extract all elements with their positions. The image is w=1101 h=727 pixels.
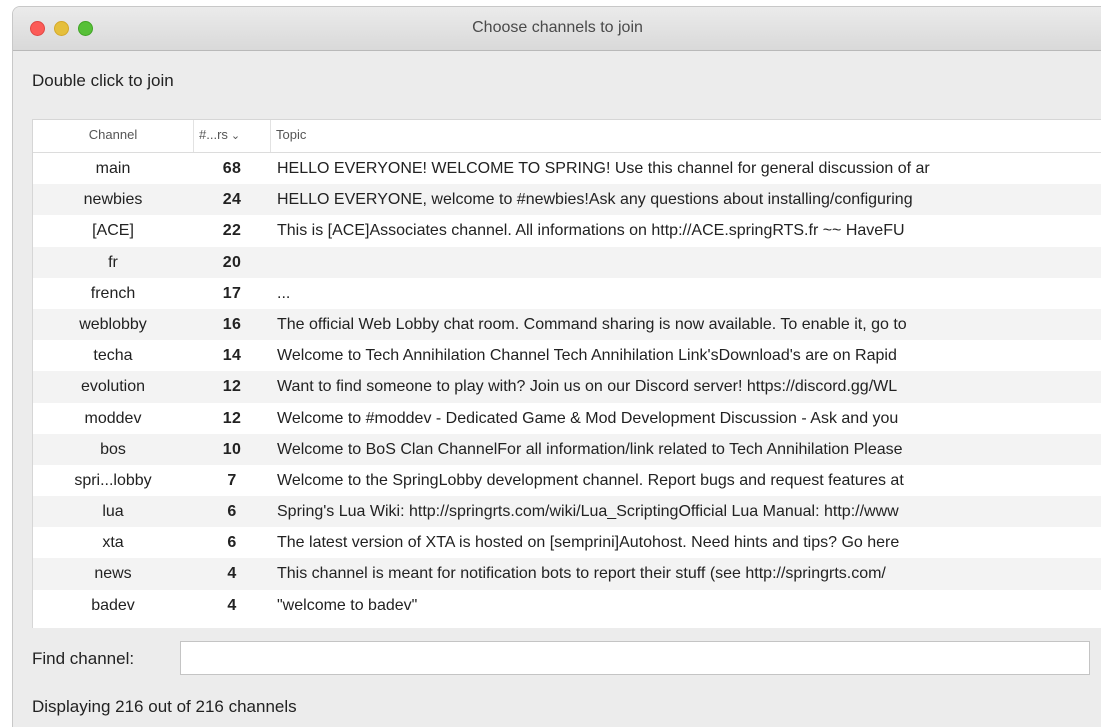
- topic-cell: Spring's Lua Wiki: http://springrts.com/…: [277, 503, 899, 521]
- users-cell: 12: [222, 378, 242, 396]
- channel-cell: news: [94, 565, 132, 583]
- topic-cell: Welcome to the SpringLobby development c…: [277, 471, 904, 489]
- channel-table[interactable]: Channel #...rs ⌄ Topic main 68 HELLO EVERYO…: [32, 119, 1101, 628]
- users-cell: 12: [222, 409, 242, 427]
- double-click-hint: Double click to join: [32, 71, 174, 90]
- topic-cell: Welcome to BoS Clan ChannelFor all infor…: [277, 440, 903, 458]
- channel-cell: main: [95, 160, 131, 177]
- channel-cell: weblobby: [79, 315, 147, 333]
- sort-descending-icon: ⌄: [230, 130, 241, 142]
- channel-cell: moddev: [84, 409, 142, 427]
- join-channels-window: Choose channels to join Double click to …: [12, 6, 1101, 727]
- table-row[interactable]: moddev 12 Welcome to #moddev - Dedicated G…: [33, 403, 1101, 434]
- topic-cell: "welcome to badev": [277, 596, 418, 614]
- topic-cell: Welcome to #moddev - Dedicated Game & Mo…: [277, 409, 899, 427]
- find-channel-label: Find channel:: [32, 649, 135, 668]
- table-row[interactable]: techa 14 Welcome to Tech Annihilation Chan…: [33, 340, 1101, 371]
- find-channel-input[interactable]: [180, 641, 1090, 675]
- users-cell: 22: [222, 222, 242, 240]
- users-cell: 16: [222, 315, 242, 333]
- table-row[interactable]: bos 10 Welcome to BoS Clan ChannelFor all …: [33, 433, 1101, 465]
- users-cell: 6: [227, 534, 237, 552]
- topic-cell: HELLO EVERYONE, welcome to #newbies!Ask …: [277, 191, 913, 209]
- channel-cell: spri...lobby: [74, 471, 152, 489]
- topic-cell: The latest version of XTA is hosted on […: [277, 534, 900, 552]
- users-cell: 7: [227, 471, 237, 489]
- topic-cell: Welcome to Tech Annihilation Channel Tec…: [277, 347, 897, 365]
- table-row[interactable]: evolution 12 Want to find someone to play …: [33, 371, 1101, 403]
- table-row[interactable]: [ACE] 22 This is [ACE]Associates channel. …: [33, 215, 1101, 246]
- channel-cell: evolution: [80, 378, 146, 396]
- table-row[interactable]: weblobby 16 The official Web Lobby chat ro…: [33, 308, 1101, 341]
- users-cell: 17: [222, 284, 242, 302]
- status-text: Displaying 216 out of 216 channels: [32, 697, 297, 716]
- table-row[interactable]: lua 6 Spring's Lua Wiki: http://springrts.…: [33, 496, 1101, 528]
- column-header-topic[interactable]: Topic: [276, 120, 306, 150]
- table-body: main 68 HELLO EVERYONE! WELCOME TO SPRING!…: [33, 153, 1101, 621]
- users-cell: 24: [222, 191, 242, 209]
- users-cell: 4: [227, 565, 237, 583]
- topic-cell: Want to find someone to play with? Join …: [277, 378, 898, 396]
- channel-cell: [ACE]: [92, 222, 134, 240]
- users-cell: 14: [222, 347, 242, 365]
- channel-cell: techa: [93, 347, 133, 365]
- column-header-channel[interactable]: Channel: [33, 120, 194, 152]
- topic-cell: The official Web Lobby chat room. Comman…: [277, 315, 907, 333]
- topic-cell: ...: [277, 284, 291, 302]
- table-header: Channel #...rs ⌄ Topic: [33, 120, 1101, 153]
- table-row[interactable]: french 17...: [33, 278, 1101, 309]
- table-row[interactable]: news 4 This channel is meant for notificat…: [33, 558, 1101, 590]
- users-cell: 6: [227, 503, 237, 521]
- users-cell: 10: [222, 440, 242, 458]
- topic-cell: This channel is meant for notification b…: [277, 565, 886, 583]
- table-row[interactable]: fr 20: [33, 246, 1101, 278]
- topic-cell: This is [ACE]Associates channel. All inf…: [277, 222, 905, 240]
- channel-cell: bos: [100, 440, 126, 458]
- table-row[interactable]: newbies 24 HELLO EVERYONE, welcome to #new…: [33, 184, 1101, 216]
- channel-cell: french: [90, 284, 136, 302]
- users-cell: 20: [222, 253, 242, 271]
- channel-cell: fr: [108, 253, 118, 271]
- table-row[interactable]: main 68 HELLO EVERYONE! WELCOME TO SPRING!…: [33, 153, 1101, 184]
- topic-cell: HELLO EVERYONE! WELCOME TO SPRING! Use t…: [277, 160, 930, 177]
- title-bar: Choose channels to join: [13, 7, 1101, 51]
- channel-cell: xta: [102, 534, 124, 552]
- window-title: Choose channels to join: [472, 19, 643, 36]
- channel-cell: badev: [91, 596, 135, 614]
- table-row[interactable]: spri...lobby 7 Welcome to the SpringLobby …: [33, 465, 1101, 496]
- users-cell: 68: [222, 160, 242, 177]
- column-header-users-label: #...rs: [199, 127, 228, 142]
- column-header-users[interactable]: #...rs ⌄: [193, 120, 271, 152]
- channel-cell: lua: [102, 503, 124, 521]
- table-row[interactable]: badev 4 "welcome to badev": [33, 590, 1101, 621]
- users-cell: 4: [227, 596, 237, 614]
- channel-cell: newbies: [83, 191, 143, 209]
- table-row[interactable]: xta 6 The latest version of XTA is hosted …: [33, 527, 1101, 558]
